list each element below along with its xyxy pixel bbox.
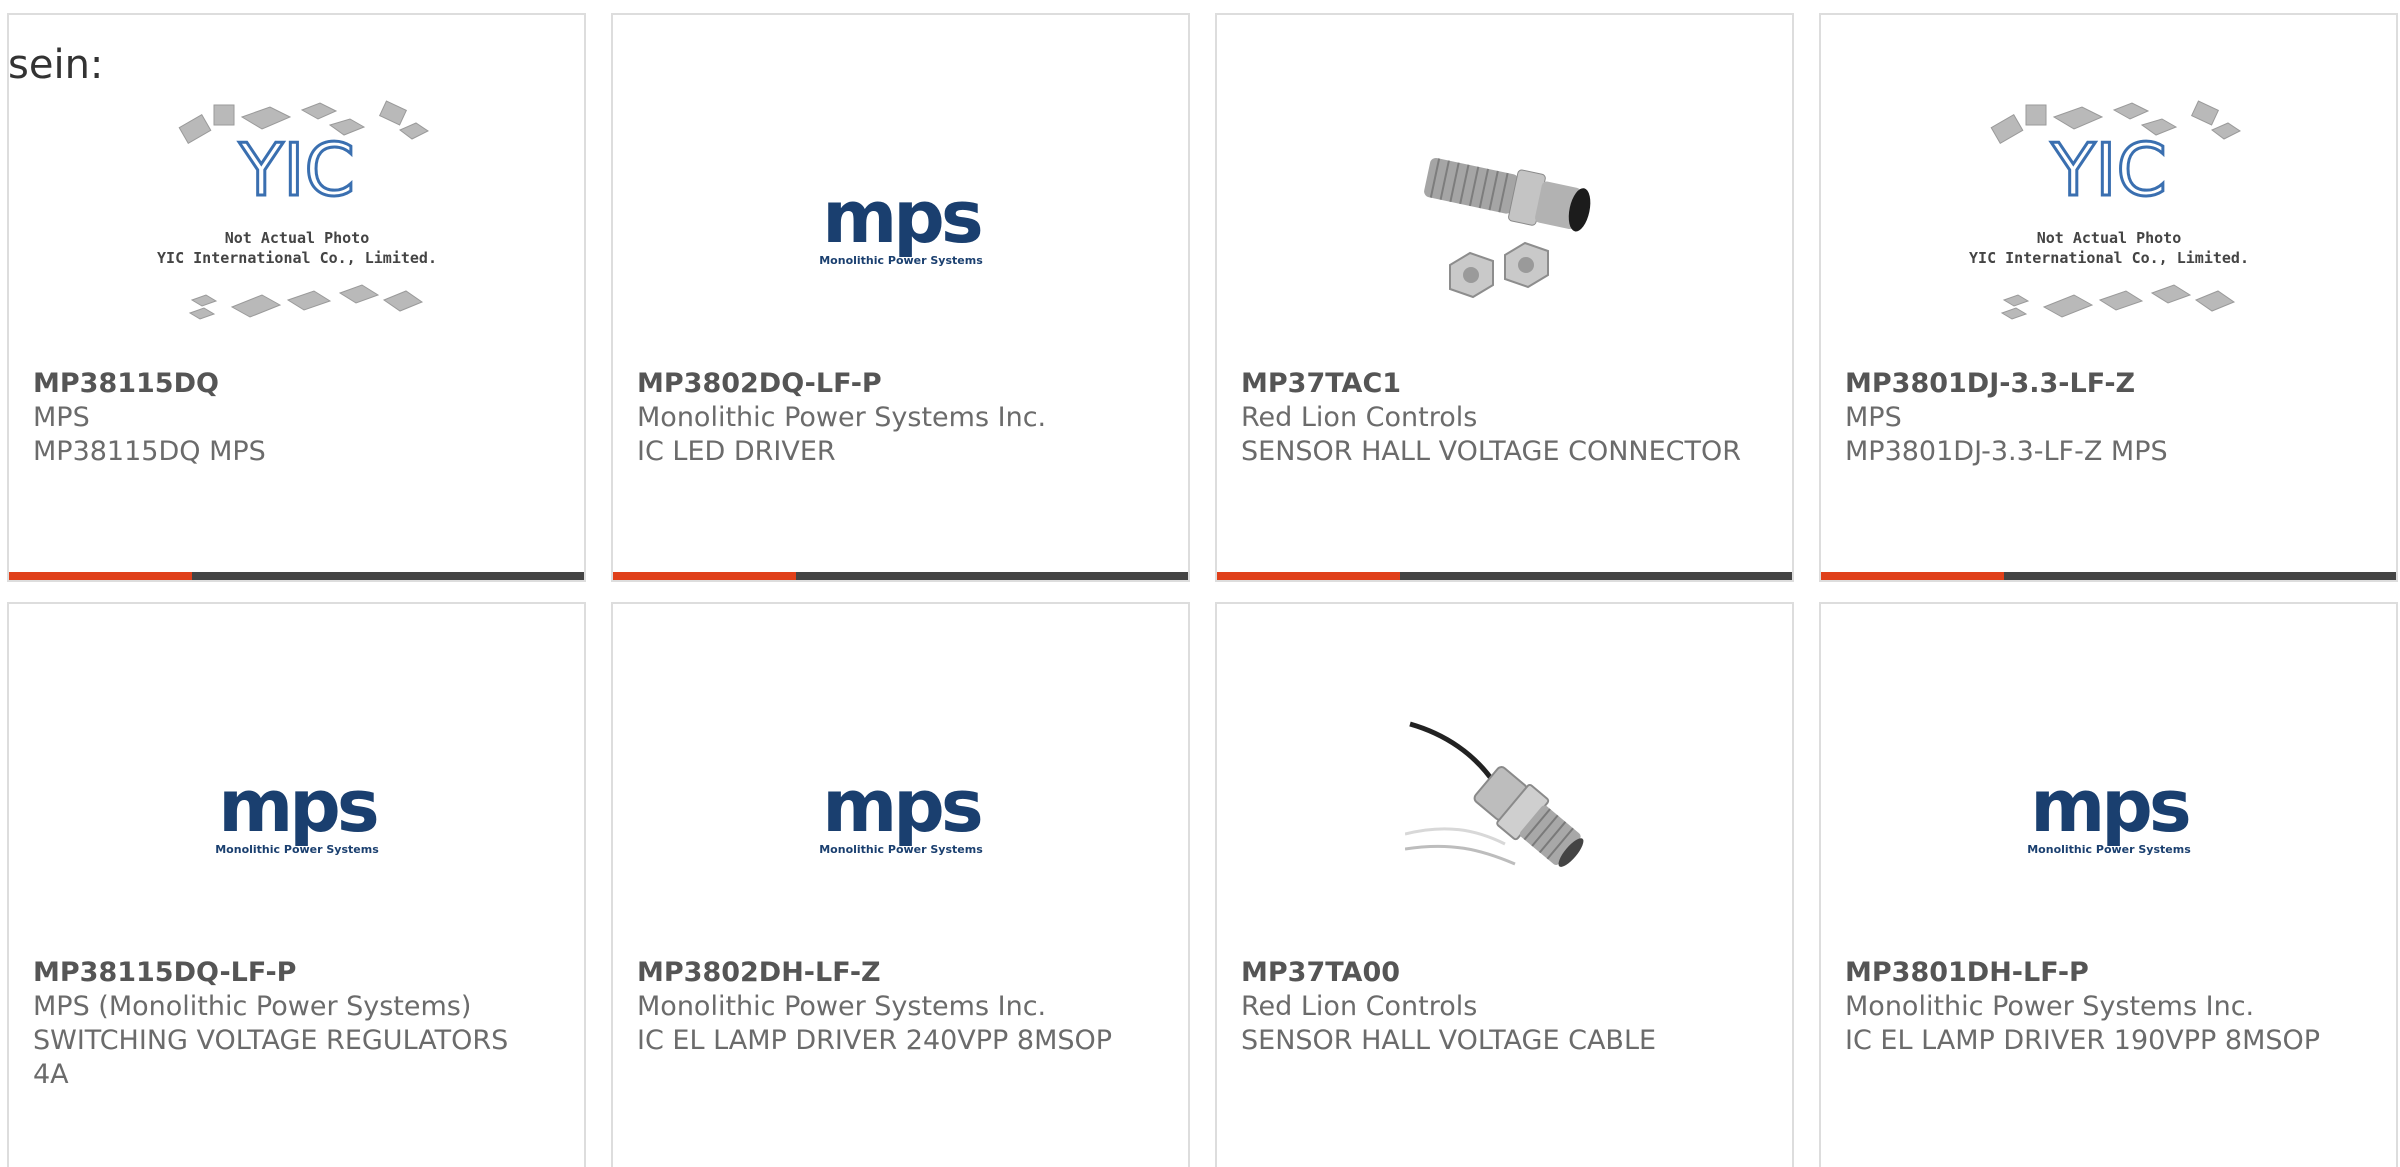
manufacturer: MPS xyxy=(1845,402,1902,433)
part-number[interactable]: MP3801DH-LF-P xyxy=(1845,956,2355,990)
part-number[interactable]: MP38115DQ-LF-P xyxy=(33,956,543,990)
mps-logo-image: mps Monolithic Power Systems xyxy=(2027,769,2193,856)
part-number[interactable]: MP37TA00 xyxy=(1241,956,1751,990)
image-caption-1: Not Actual Photo xyxy=(2036,229,2181,247)
manufacturer: Monolithic Power Systems Inc. xyxy=(1845,991,2255,1022)
manufacturer: MPS (Monolithic Power Systems) xyxy=(33,991,472,1022)
header-text: sein: xyxy=(8,42,104,88)
product-card[interactable]: YIC Not Actual Photo YIC International C… xyxy=(1819,13,2398,582)
product-card[interactable]: mps Monolithic Power Systems MP3802DQ-LF… xyxy=(611,13,1190,582)
product-image[interactable] xyxy=(1217,674,1792,954)
svg-text:mps: mps xyxy=(822,180,981,259)
product-card[interactable]: YIC Not Actual Photo YIC International C… xyxy=(7,13,586,582)
product-card[interactable]: mps Monolithic Power Systems MP3802DH-LF… xyxy=(611,602,1190,1167)
product-info: MP37TAC1 Red Lion Controls SENSOR HALL V… xyxy=(1241,367,1751,469)
manufacturer: Monolithic Power Systems Inc. xyxy=(637,991,1047,1022)
manufacturer: Red Lion Controls xyxy=(1241,991,1478,1022)
product-card[interactable]: mps Monolithic Power Systems MP3801DH-LF… xyxy=(1819,602,2398,1167)
part-number[interactable]: MP38115DQ xyxy=(33,367,543,401)
product-info: MP3801DJ-3.3-LF-Z MPS MP3801DJ-3.3-LF-Z … xyxy=(1845,367,2355,469)
manufacturer: Red Lion Controls xyxy=(1241,402,1478,433)
svg-text:mps: mps xyxy=(2030,769,2189,848)
logo-caption: Monolithic Power Systems xyxy=(2027,843,2191,856)
product-image[interactable]: YIC Not Actual Photo YIC International C… xyxy=(9,85,584,365)
product-grid-page: sein: YIC Not Actual Photo YIC Internati… xyxy=(0,0,2400,1167)
svg-text:mps: mps xyxy=(822,769,981,848)
yic-placeholder-image: YIC Not Actual Photo YIC International C… xyxy=(157,100,437,320)
product-card[interactable]: MP37TA00 Red Lion Controls SENSOR HALL V… xyxy=(1215,602,1794,1167)
image-caption-2: YIC International Co., Limited. xyxy=(1969,249,2249,267)
image-caption-1: Not Actual Photo xyxy=(224,229,369,247)
description: SENSOR HALL VOLTAGE CONNECTOR xyxy=(1241,436,1742,467)
manufacturer: MPS xyxy=(33,402,90,433)
product-info: MP3801DH-LF-P Monolithic Power Systems I… xyxy=(1845,956,2355,1058)
product-image[interactable]: mps Monolithic Power Systems xyxy=(1821,674,2396,954)
product-info: MP3802DH-LF-Z Monolithic Power Systems I… xyxy=(637,956,1147,1058)
part-number[interactable]: MP37TAC1 xyxy=(1241,367,1751,401)
svg-text:YIC: YIC xyxy=(238,128,355,212)
part-number[interactable]: MP3801DJ-3.3-LF-Z xyxy=(1845,367,2355,401)
svg-text:mps: mps xyxy=(218,769,377,848)
product-card[interactable]: MP37TAC1 Red Lion Controls SENSOR HALL V… xyxy=(1215,13,1794,582)
product-image[interactable]: mps Monolithic Power Systems xyxy=(613,85,1188,365)
description: SENSOR HALL VOLTAGE CABLE xyxy=(1241,1025,1657,1056)
logo-caption: Monolithic Power Systems xyxy=(215,843,379,856)
product-info: MP38115DQ-LF-P MPS (Monolithic Power Sys… xyxy=(33,956,543,1092)
product-info: MP38115DQ MPS MP38115DQ MPS xyxy=(33,367,543,469)
part-number[interactable]: MP3802DQ-LF-P xyxy=(637,367,1147,401)
logo-caption: Monolithic Power Systems xyxy=(819,254,983,267)
svg-text:YIC: YIC xyxy=(2050,128,2167,212)
product-image[interactable]: mps Monolithic Power Systems xyxy=(9,674,584,954)
product-image[interactable]: mps Monolithic Power Systems xyxy=(613,674,1188,954)
logo-caption: Monolithic Power Systems xyxy=(819,843,983,856)
description: IC EL LAMP DRIVER 240VPP 8MSOP xyxy=(637,1025,1113,1056)
mps-logo-image: mps Monolithic Power Systems xyxy=(819,180,985,267)
card-accent-bar xyxy=(613,572,1188,580)
description: IC LED DRIVER xyxy=(637,436,836,467)
sensor-connector-photo xyxy=(1423,157,1590,299)
description: MP38115DQ MPS xyxy=(33,436,266,467)
sensor-cable-photo xyxy=(1404,721,1583,867)
product-info: MP3802DQ-LF-P Monolithic Power Systems I… xyxy=(637,367,1147,469)
card-accent-bar xyxy=(1217,572,1792,580)
card-accent-bar xyxy=(1821,572,2396,580)
description: MP3801DJ-3.3-LF-Z MPS xyxy=(1845,436,2168,467)
yic-placeholder-image: YIC Not Actual Photo YIC International C… xyxy=(1969,100,2249,320)
image-caption-2: YIC International Co., Limited. xyxy=(157,249,437,267)
mps-logo-image: mps Monolithic Power Systems xyxy=(215,769,381,856)
manufacturer: Monolithic Power Systems Inc. xyxy=(637,402,1047,433)
product-image[interactable] xyxy=(1217,85,1792,365)
mps-logo-image: mps Monolithic Power Systems xyxy=(819,769,985,856)
product-info: MP37TA00 Red Lion Controls SENSOR HALL V… xyxy=(1241,956,1751,1058)
description: IC EL LAMP DRIVER 190VPP 8MSOP xyxy=(1845,1025,2321,1056)
description: SWITCHING VOLTAGE REGULATORS 4A xyxy=(33,1025,509,1090)
card-accent-bar xyxy=(9,572,584,580)
product-image[interactable]: YIC Not Actual Photo YIC International C… xyxy=(1821,85,2396,365)
product-card[interactable]: mps Monolithic Power Systems MP38115DQ-L… xyxy=(7,602,586,1167)
part-number[interactable]: MP3802DH-LF-Z xyxy=(637,956,1147,990)
